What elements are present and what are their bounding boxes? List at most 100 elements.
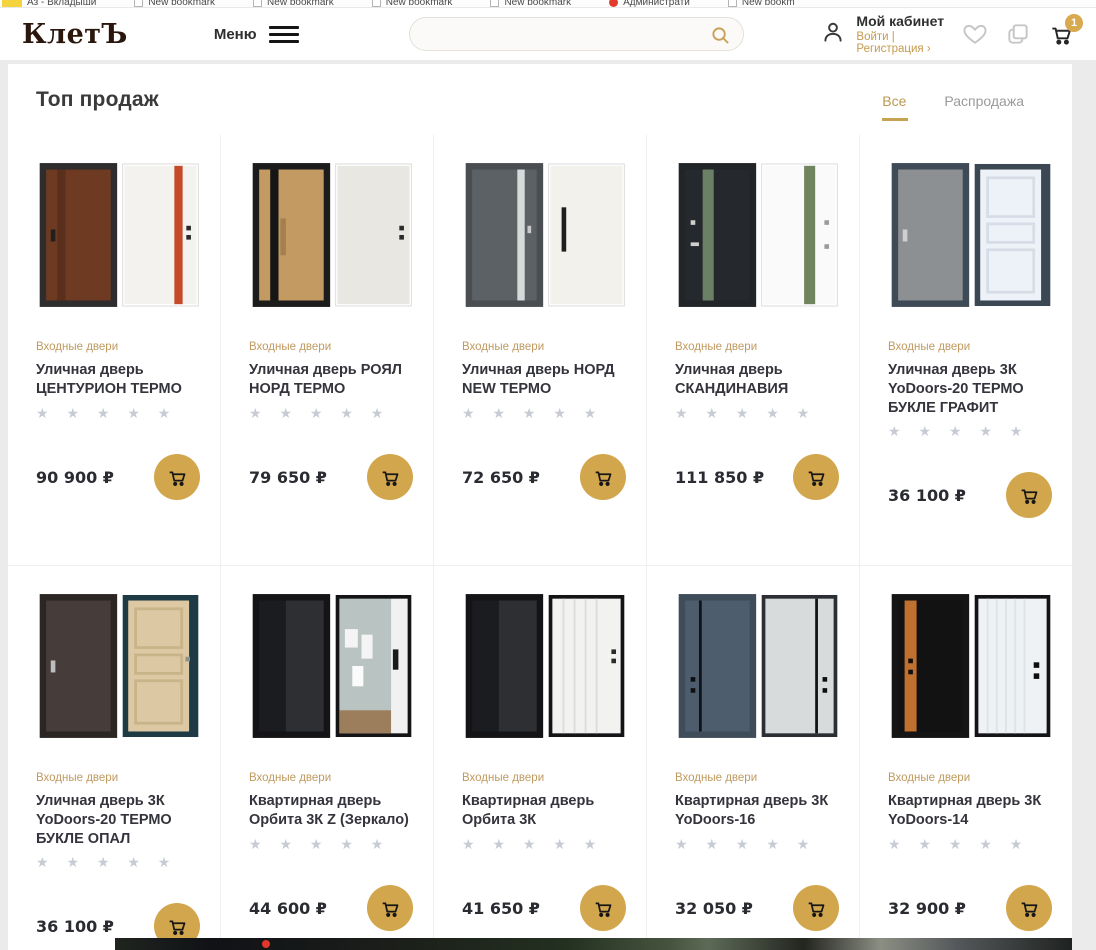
- product-rating: ★ ★ ★ ★ ★: [249, 405, 415, 422]
- product-card: Входные двери Уличная дверь 3К YoDoors-2…: [8, 565, 221, 950]
- product-price: 32 900 ₽: [888, 899, 966, 918]
- bookmark-label: New bookmark: [386, 0, 453, 8]
- product-title[interactable]: Квартирная дверь Орбита 3К Z (Зеркало): [249, 792, 415, 831]
- bookmark-favicon: [134, 0, 143, 7]
- add-to-cart-button[interactable]: [793, 454, 839, 500]
- footer-banner: [115, 938, 1072, 950]
- product-price: 32 050 ₽: [675, 899, 753, 918]
- product-card: Входные двери Уличная дверь СКАНДИНАВИЯ …: [647, 135, 860, 565]
- product-category[interactable]: Входные двери: [249, 772, 415, 784]
- product-image[interactable]: [36, 155, 202, 315]
- browser-bookmarks-bar: Аз - Вкладыши New bookmark New bookmark …: [0, 0, 1096, 8]
- product-image[interactable]: [888, 586, 1054, 746]
- product-category[interactable]: Входные двери: [888, 772, 1054, 784]
- bookmark-favicon: [372, 0, 381, 7]
- product-card: Входные двери Уличная дверь ЦЕНТУРИОН ТЕ…: [8, 135, 221, 565]
- product-rating: ★ ★ ★ ★ ★: [462, 836, 628, 853]
- product-price: 36 100 ₽: [888, 486, 966, 505]
- bookmark-item[interactable]: New bookmark: [134, 0, 215, 7]
- product-category[interactable]: Входные двери: [36, 341, 202, 353]
- main-content: Топ продаж Все Распродажа: [8, 64, 1072, 950]
- product-rating: ★ ★ ★ ★ ★: [675, 405, 841, 422]
- product-price: 90 900 ₽: [36, 468, 114, 487]
- bookmark-label: New bookmark: [504, 0, 571, 8]
- product-title[interactable]: Уличная дверь 3К YoDoors-20 ТЕРМО БУКЛЕ …: [36, 792, 202, 849]
- product-title[interactable]: Квартирная дверь 3К YoDoors-14: [888, 792, 1054, 831]
- add-to-cart-button[interactable]: [1006, 472, 1052, 518]
- bookmark-favicon: [609, 0, 618, 7]
- add-to-cart-button[interactable]: [580, 885, 626, 931]
- product-category[interactable]: Входные двери: [888, 341, 1054, 353]
- product-image[interactable]: [249, 155, 415, 315]
- product-image[interactable]: [249, 586, 415, 746]
- bookmark-favicon: [253, 0, 262, 7]
- product-title[interactable]: Квартирная дверь 3К YoDoors-16: [675, 792, 841, 831]
- product-price: 79 650 ₽: [249, 468, 327, 487]
- bookmark-label: Администрати: [623, 0, 690, 8]
- add-to-cart-button[interactable]: [367, 885, 413, 931]
- product-price: 44 600 ₽: [249, 899, 327, 918]
- bookmark-label: New bookmark: [148, 0, 215, 8]
- search-bar[interactable]: [409, 17, 745, 51]
- product-category[interactable]: Входные двери: [675, 341, 841, 353]
- login-register-link[interactable]: Войти | Регистрация ›: [856, 31, 962, 55]
- menu-button[interactable]: Меню: [214, 26, 299, 43]
- product-title[interactable]: Уличная дверь СКАНДИНАВИЯ: [675, 361, 841, 400]
- product-price: 111 850 ₽: [675, 468, 764, 487]
- product-rating: ★ ★ ★ ★ ★: [462, 405, 628, 422]
- product-category[interactable]: Входные двери: [249, 341, 415, 353]
- bookmark-item[interactable]: Администрати: [609, 0, 690, 7]
- add-to-cart-button[interactable]: [367, 454, 413, 500]
- banner-red-dot: [262, 940, 270, 948]
- bookmark-item[interactable]: New bookmark: [490, 0, 571, 7]
- product-rating: ★ ★ ★ ★ ★: [36, 854, 202, 871]
- add-to-cart-button[interactable]: [1006, 885, 1052, 931]
- product-image[interactable]: [462, 155, 628, 315]
- favorites-icon[interactable]: [962, 21, 988, 47]
- bookmark-item[interactable]: Аз - Вкладыши: [2, 0, 96, 7]
- add-to-cart-button[interactable]: [793, 885, 839, 931]
- cart-badge: 1: [1065, 14, 1083, 32]
- product-title[interactable]: Уличная дверь 3К YoDoors-20 ТЕРМО БУКЛЕ …: [888, 361, 1054, 418]
- product-image[interactable]: [462, 586, 628, 746]
- product-title[interactable]: Квартирная дверь Орбита 3К: [462, 792, 628, 831]
- bookmark-favicon: [728, 0, 737, 7]
- bookmark-item[interactable]: New bookmark: [372, 0, 453, 7]
- product-image[interactable]: [675, 586, 841, 746]
- add-to-cart-button[interactable]: [154, 454, 200, 500]
- search-icon[interactable]: [711, 26, 730, 50]
- user-icon: [820, 19, 846, 50]
- bookmark-item[interactable]: New bookm: [728, 0, 795, 7]
- account-block[interactable]: Мой кабинет Войти | Регистрация ›: [820, 13, 962, 55]
- site-header: КлетЪ Меню Мой кабинет Войти | Регистрац…: [0, 8, 1096, 60]
- site-logo[interactable]: КлетЪ: [22, 19, 128, 50]
- bookmark-item[interactable]: New bookmark: [253, 0, 334, 7]
- product-category[interactable]: Входные двери: [675, 772, 841, 784]
- product-image[interactable]: [888, 155, 1054, 315]
- bookmark-label: New bookm: [742, 0, 795, 8]
- product-title[interactable]: Уличная дверь ЦЕНТУРИОН ТЕРМО: [36, 361, 202, 400]
- product-price: 41 650 ₽: [462, 899, 540, 918]
- cart-icon[interactable]: 1: [1048, 21, 1074, 47]
- tabs: Все Распродажа: [882, 93, 1024, 121]
- bookmark-label: New bookmark: [267, 0, 334, 8]
- product-rating: ★ ★ ★ ★ ★: [675, 836, 841, 853]
- product-image[interactable]: [675, 155, 841, 315]
- tab-all[interactable]: Все: [882, 93, 906, 121]
- product-category[interactable]: Входные двери: [462, 341, 628, 353]
- product-image[interactable]: [36, 586, 202, 746]
- hamburger-icon: [269, 26, 299, 43]
- product-title[interactable]: Уличная дверь НОРД NEW ТЕРМО: [462, 361, 628, 400]
- add-to-cart-button[interactable]: [580, 454, 626, 500]
- product-rating: ★ ★ ★ ★ ★: [249, 836, 415, 853]
- product-rating: ★ ★ ★ ★ ★: [36, 405, 202, 422]
- product-card: Входные двери Уличная дверь 3К YoDoors-2…: [860, 135, 1072, 565]
- bookmark-label: Аз - Вкладыши: [27, 0, 96, 8]
- search-input[interactable]: [410, 27, 744, 42]
- compare-icon[interactable]: [1005, 21, 1031, 47]
- product-title[interactable]: Уличная дверь РОЯЛ НОРД ТЕРМО: [249, 361, 415, 400]
- product-category[interactable]: Входные двери: [462, 772, 628, 784]
- tab-sale[interactable]: Распродажа: [944, 93, 1024, 121]
- product-card: Входные двери Уличная дверь НОРД NEW ТЕР…: [434, 135, 647, 565]
- product-category[interactable]: Входные двери: [36, 772, 202, 784]
